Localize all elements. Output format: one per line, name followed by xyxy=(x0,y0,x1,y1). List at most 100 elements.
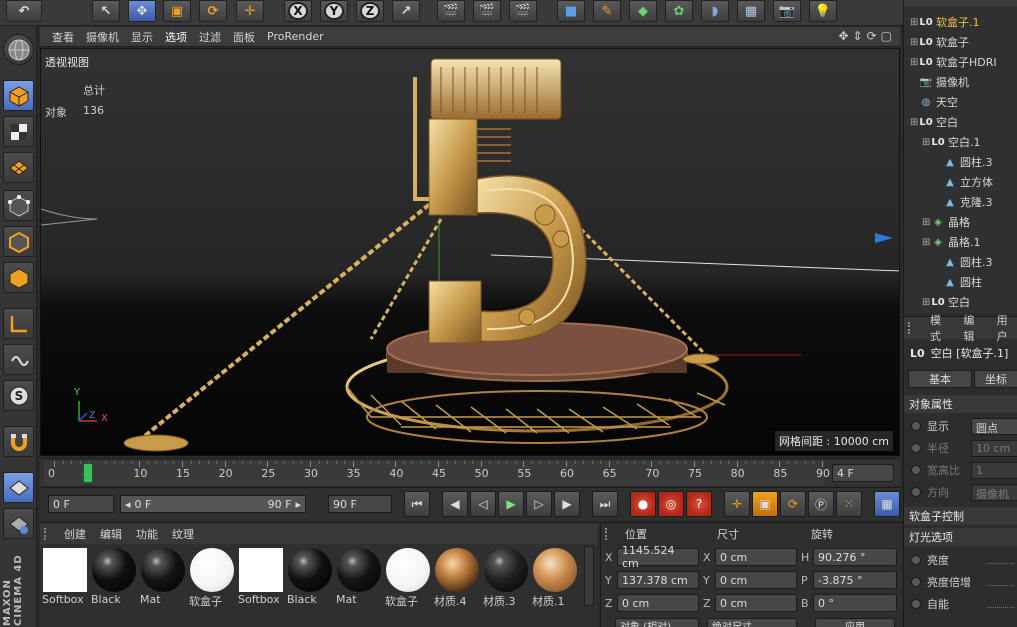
prev-frame-icon[interactable]: ◁ xyxy=(470,491,496,517)
expand-icon[interactable]: ⊞ xyxy=(922,217,931,228)
material-swatch[interactable]: 材质.4 xyxy=(434,547,480,608)
material-swatch[interactable]: 软盒子 xyxy=(189,547,235,608)
key-scale-icon[interactable]: ▣ xyxy=(752,491,778,517)
keyframe-selection-icon[interactable]: ? xyxy=(686,491,712,517)
menu-edit[interactable]: 编辑 xyxy=(100,526,122,542)
material-swatch[interactable]: Black xyxy=(91,547,137,607)
material-swatch[interactable]: Mat xyxy=(336,547,382,607)
menu-cameras[interactable]: 摄像机 xyxy=(86,29,119,45)
cube-primitive-icon[interactable]: ■ xyxy=(557,0,585,22)
object-row[interactable]: ⊞ L0 软盒子.1 xyxy=(904,12,1017,32)
material-swatch[interactable]: Black xyxy=(287,547,333,607)
material-scrollbar[interactable] xyxy=(584,546,594,606)
expand-icon[interactable]: ⊞ xyxy=(910,37,919,48)
snap-icon[interactable]: S xyxy=(3,380,34,411)
menu-mode[interactable]: 模式 xyxy=(930,312,951,344)
position-field[interactable]: 137.378 cm xyxy=(617,571,699,589)
points-mode-icon[interactable] xyxy=(3,190,34,221)
move-alt-icon[interactable]: ✛ xyxy=(236,0,264,22)
orbit-icon[interactable]: ⟳ xyxy=(867,29,877,43)
menu-attr-edit[interactable]: 编辑 xyxy=(963,312,984,344)
object-row[interactable]: ⊞ L0 软盒子 xyxy=(904,32,1017,52)
edges-mode-icon[interactable] xyxy=(3,226,34,257)
globe-sphere-icon[interactable] xyxy=(3,34,34,65)
property-value[interactable]: 1 xyxy=(971,461,1017,479)
material-swatch[interactable]: Softbox xyxy=(42,547,88,607)
rotation-field[interactable]: 0 ° xyxy=(813,594,897,612)
menu-create[interactable]: 创建 xyxy=(64,526,86,542)
array-icon[interactable]: ✿ xyxy=(665,0,693,22)
menu-texture[interactable]: 纹理 xyxy=(172,526,194,542)
world-coords-icon[interactable]: ↗ xyxy=(392,0,420,22)
workplane-grid-icon[interactable] xyxy=(3,472,34,503)
x-axis-lock-icon[interactable]: X xyxy=(284,0,312,22)
size-field[interactable]: 0 cm xyxy=(715,548,797,566)
animate-radio[interactable] xyxy=(911,599,921,609)
end-frame-field[interactable]: 90 F xyxy=(328,495,392,513)
key-rotation-icon[interactable]: ⟳ xyxy=(780,491,806,517)
timeline-window-icon[interactable]: ▦ xyxy=(874,491,900,517)
expand-icon[interactable]: ⊞ xyxy=(910,117,919,128)
pen-spline-icon[interactable]: ✎ xyxy=(593,0,621,22)
rotation-field[interactable]: 90.276 ° xyxy=(813,548,897,566)
start-frame-field[interactable]: 0 F xyxy=(48,495,114,513)
auto-key-icon[interactable]: ◎ xyxy=(658,491,684,517)
property-value[interactable]: 圆点 xyxy=(971,417,1017,435)
tab-coord[interactable]: 坐标 xyxy=(974,370,1017,388)
object-row[interactable]: ⊞ L0 空白.1 xyxy=(904,132,1017,152)
move-icon[interactable]: ✥ xyxy=(128,0,156,22)
render-settings-icon[interactable]: 🎬 xyxy=(509,0,537,22)
prev-key-icon[interactable]: ◀ xyxy=(442,491,468,517)
object-row[interactable]: ⊞ ◈ 晶格.1 xyxy=(904,232,1017,252)
key-position-icon[interactable]: ✛ xyxy=(724,491,750,517)
section-softbox-control[interactable]: 软盒子控制 xyxy=(904,507,1017,525)
menu-user[interactable]: 用户 xyxy=(997,312,1017,344)
texture-mode-icon[interactable] xyxy=(3,116,34,147)
rotate-icon[interactable]: ⟳ xyxy=(199,0,227,22)
property-value[interactable]: 摄像机 xyxy=(971,483,1017,501)
camera-icon[interactable]: 📷 xyxy=(773,0,801,22)
scale-icon[interactable]: ▣ xyxy=(163,0,191,22)
key-pla-icon[interactable]: ⁙ xyxy=(836,491,862,517)
expand-icon[interactable]: ⊞ xyxy=(910,17,919,28)
polygons-mode-icon[interactable] xyxy=(3,262,34,293)
expand-icon[interactable]: ⊞ xyxy=(922,297,931,308)
z-axis-lock-icon[interactable]: Z xyxy=(356,0,384,22)
section-light-options[interactable]: 灯光选项 xyxy=(904,528,1017,546)
material-swatch[interactable]: 软盒子 xyxy=(385,547,431,608)
object-row[interactable]: ▲ 圆柱 xyxy=(904,272,1017,292)
size-mode-dropdown[interactable]: 绝对尺寸 xyxy=(707,618,797,627)
material-swatch[interactable]: 材质.1 xyxy=(532,547,578,608)
next-key-icon[interactable]: ▶ xyxy=(554,491,580,517)
play-icon[interactable]: ▶ xyxy=(498,491,524,517)
next-frame-icon[interactable]: ▷ xyxy=(526,491,552,517)
render-picture-viewer-icon[interactable]: 🎬 xyxy=(473,0,501,22)
animate-radio[interactable] xyxy=(911,421,921,431)
frame-range-slider[interactable]: ◂ 0 F 90 F ▸ xyxy=(120,495,306,513)
object-row[interactable]: 📷 摄像机 xyxy=(904,72,1017,92)
workplane-lock-icon[interactable] xyxy=(3,508,34,539)
model-mode-icon[interactable] xyxy=(3,80,34,111)
pan-icon[interactable]: ✥ xyxy=(838,29,848,43)
move-cursor-icon[interactable]: ↖ xyxy=(92,0,120,22)
key-parameter-icon[interactable]: Ⓟ xyxy=(808,491,834,517)
coord-mode-dropdown[interactable]: 对象 (相对) xyxy=(615,618,699,627)
workplane-icon[interactable] xyxy=(3,152,34,183)
menu-filter[interactable]: 过滤 xyxy=(199,29,221,45)
material-swatch[interactable]: Mat xyxy=(140,547,186,607)
size-field[interactable]: 0 cm xyxy=(715,571,797,589)
expand-icon[interactable]: ⊞ xyxy=(910,57,919,68)
object-row[interactable]: ⊞ L0 空白 xyxy=(904,112,1017,132)
deformer-icon[interactable]: ◗ xyxy=(701,0,729,22)
menu-panel[interactable]: 面板 xyxy=(233,29,255,45)
position-field[interactable]: 1145.524 cm xyxy=(617,544,699,570)
rotation-field[interactable]: -3.875 ° xyxy=(813,571,897,589)
size-field[interactable]: 0 cm xyxy=(715,594,797,612)
maximize-icon[interactable]: ▢ xyxy=(881,29,892,43)
light-bulb-icon[interactable]: 💡 xyxy=(809,0,837,22)
axis-mode-icon[interactable] xyxy=(3,308,34,339)
object-row[interactable]: ⊞ ◈ 晶格 xyxy=(904,212,1017,232)
animate-radio[interactable] xyxy=(911,555,921,565)
render-view-icon[interactable]: 🎬 xyxy=(437,0,465,22)
menu-function[interactable]: 功能 xyxy=(136,526,158,542)
